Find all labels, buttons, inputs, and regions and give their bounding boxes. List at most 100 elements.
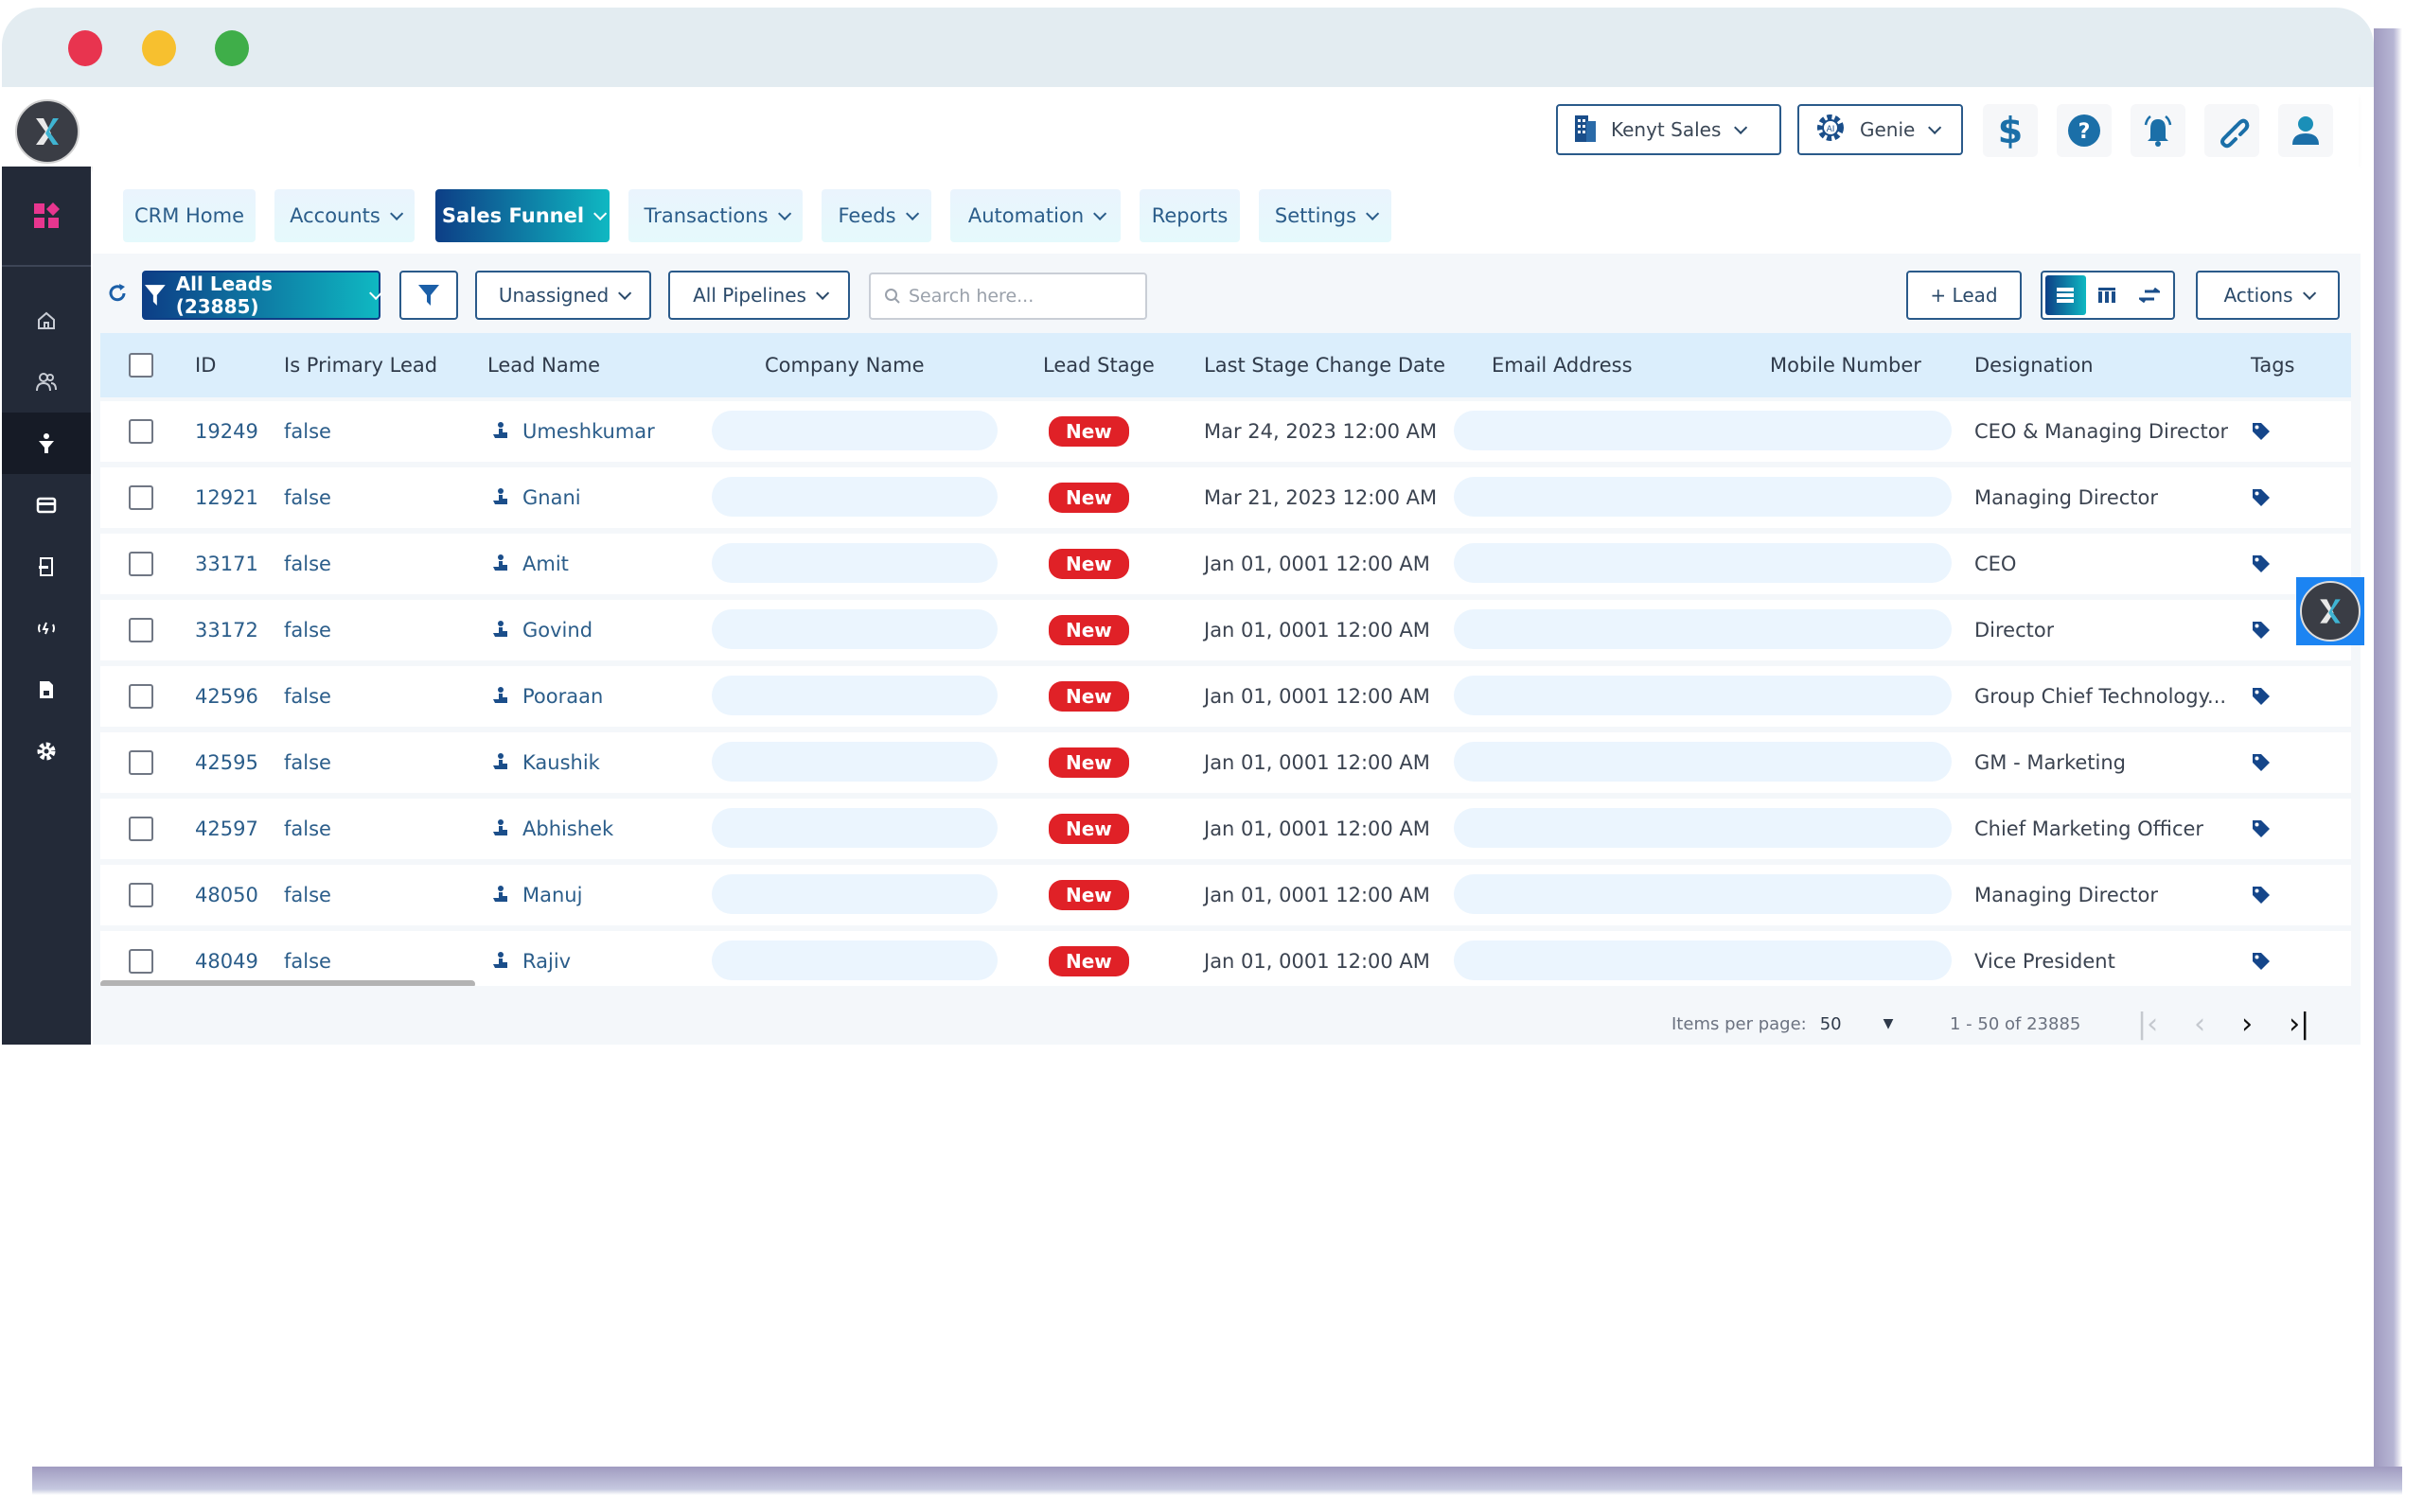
tag-icon[interactable] (2251, 666, 2272, 727)
sidebar-item-home[interactable] (2, 290, 91, 351)
table-row[interactable]: 42595 false Kaushik New Jan 01, 0001 12:00 A… (100, 732, 2351, 793)
help-icon[interactable]: ? (2057, 104, 2112, 157)
row-checkbox[interactable] (129, 799, 153, 859)
column-header-is-primary[interactable]: Is Primary Lead (284, 333, 437, 397)
maximize-window-button[interactable] (215, 30, 249, 66)
table-row[interactable]: 48050 false Manuj New Jan 01, 0001 12:00 AM M… (100, 865, 2351, 925)
column-header-last-stage-change[interactable]: Last Stage Change Date (1204, 333, 1445, 397)
lead-id[interactable]: 19249 (195, 401, 258, 462)
dollar-icon[interactable]: $ (1983, 104, 2038, 157)
sidebar-item-automation[interactable] (2, 597, 91, 659)
tag-icon[interactable] (2251, 534, 2272, 594)
lead-name[interactable]: Manuj (522, 865, 582, 925)
tab-transactions[interactable]: Transactions (628, 189, 803, 242)
bell-icon[interactable] (2131, 104, 2185, 157)
sidebar-item-reports[interactable] (2, 659, 91, 720)
column-header-company-name[interactable]: Company Name (765, 333, 925, 397)
org-selector[interactable]: Kenyt Sales (1556, 104, 1781, 155)
link-icon[interactable] (2204, 104, 2259, 157)
select-all-checkbox[interactable] (129, 333, 153, 397)
lead-name[interactable]: Abhishek (522, 799, 613, 859)
lead-name[interactable]: Umeshkumar (522, 401, 655, 462)
filter-button[interactable] (399, 271, 458, 320)
table-row[interactable]: 33172 false Govind New Jan 01, 0001 12:00 AM… (100, 600, 2351, 660)
first-page-icon[interactable]: |‹ (2137, 1008, 2158, 1041)
column-header-email[interactable]: Email Address (1492, 333, 1633, 397)
table-row[interactable]: 19249 false Umeshkumar New Mar 24, 2023 12:0… (100, 401, 2351, 462)
next-page-icon[interactable]: › (2241, 1008, 2253, 1041)
tag-icon[interactable] (2251, 467, 2272, 528)
column-header-designation[interactable]: Designation (1974, 333, 2094, 397)
tab-feeds[interactable]: Feeds (822, 189, 931, 242)
close-window-button[interactable] (68, 30, 102, 66)
list-view-button[interactable] (2045, 275, 2086, 315)
actions-dropdown[interactable]: Actions (2196, 271, 2340, 320)
tag-icon[interactable] (2251, 931, 2272, 986)
pipeline-filter[interactable]: All Pipelines (668, 271, 850, 320)
lead-id[interactable]: 42596 (195, 666, 258, 727)
tag-icon[interactable] (2251, 600, 2272, 660)
tab-reports[interactable]: Reports (1140, 189, 1240, 242)
tab-accounts[interactable]: Accounts (274, 189, 415, 242)
row-checkbox[interactable] (129, 534, 153, 594)
sidebar-item-transactions[interactable] (2, 474, 91, 536)
lead-name[interactable]: Pooraan (522, 666, 603, 727)
row-checkbox[interactable] (129, 401, 153, 462)
table-row[interactable]: 33171 false Amit New Jan 01, 0001 12:00 AM CE… (100, 534, 2351, 594)
lead-id[interactable]: 12921 (195, 467, 258, 528)
assistant-launcher[interactable] (2296, 577, 2364, 645)
tag-icon[interactable] (2251, 865, 2272, 925)
lead-name[interactable]: Amit (522, 534, 569, 594)
table-row[interactable]: 48049 false Rajiv New Jan 01, 0001 12:00 AM V… (100, 931, 2351, 986)
tab-settings[interactable]: Settings (1259, 189, 1391, 242)
column-header-tags[interactable]: Tags (2251, 333, 2295, 397)
row-checkbox[interactable] (129, 600, 153, 660)
tag-icon[interactable] (2251, 799, 2272, 859)
sidebar-item-settings[interactable] (2, 720, 91, 782)
tab-crm-home[interactable]: CRM Home (123, 189, 256, 242)
lead-name[interactable]: Kaushik (522, 732, 600, 793)
sidebar-item-apps[interactable] (2, 167, 91, 267)
lead-id[interactable]: 48049 (195, 931, 258, 986)
table-row[interactable]: 42597 false Abhishek New Jan 01, 0001 12:00 … (100, 799, 2351, 859)
lead-id[interactable]: 42595 (195, 732, 258, 793)
last-page-icon[interactable]: ›| (2289, 1008, 2309, 1041)
row-checkbox[interactable] (129, 865, 153, 925)
minimize-window-button[interactable] (142, 30, 176, 66)
column-header-lead-name[interactable]: Lead Name (487, 333, 600, 397)
column-header-id[interactable]: ID (195, 333, 216, 397)
column-view-button[interactable] (2086, 275, 2129, 315)
add-lead-button[interactable]: + Lead (1906, 271, 2022, 320)
sidebar-item-accounts[interactable] (2, 351, 91, 413)
lead-name[interactable]: Rajiv (522, 931, 571, 986)
column-header-lead-stage[interactable]: Lead Stage (1043, 333, 1155, 397)
lead-id[interactable]: 33171 (195, 534, 258, 594)
caret-down-icon[interactable]: ▼ (1884, 1016, 1894, 1031)
sidebar-item-sales-funnel[interactable] (2, 413, 91, 474)
genie-selector[interactable]: AI Genie (1797, 104, 1963, 155)
user-icon[interactable] (2278, 104, 2333, 157)
tab-automation[interactable]: Automation (950, 189, 1121, 242)
prev-page-icon[interactable]: ‹ (2194, 1008, 2205, 1041)
lead-name[interactable]: Govind (522, 600, 592, 660)
table-row[interactable]: 12921 false Gnani New Mar 21, 2023 12:00 AM M… (100, 467, 2351, 528)
x-logo-icon[interactable] (15, 99, 80, 164)
tag-icon[interactable] (2251, 401, 2272, 462)
horizontal-scrollbar[interactable] (100, 980, 475, 986)
lead-id[interactable]: 42597 (195, 799, 258, 859)
assignee-filter[interactable]: Unassigned (475, 271, 651, 320)
lead-id[interactable]: 48050 (195, 865, 258, 925)
lead-name[interactable]: Gnani (522, 467, 581, 528)
search-input[interactable]: Search here... (869, 273, 1147, 320)
sidebar-item-feeds[interactable] (2, 536, 91, 597)
row-checkbox[interactable] (129, 931, 153, 986)
lead-view-filter[interactable]: All Leads (23885) (142, 271, 383, 320)
row-checkbox[interactable] (129, 666, 153, 727)
table-row[interactable]: 42596 false Pooraan New Jan 01, 0001 12:00 A… (100, 666, 2351, 727)
refresh-icon[interactable] (106, 282, 129, 308)
tag-icon[interactable] (2251, 732, 2272, 793)
lead-id[interactable]: 33172 (195, 600, 258, 660)
column-header-mobile[interactable]: Mobile Number (1770, 333, 1921, 397)
row-checkbox[interactable] (129, 732, 153, 793)
kanban-view-button[interactable] (2128, 275, 2170, 315)
